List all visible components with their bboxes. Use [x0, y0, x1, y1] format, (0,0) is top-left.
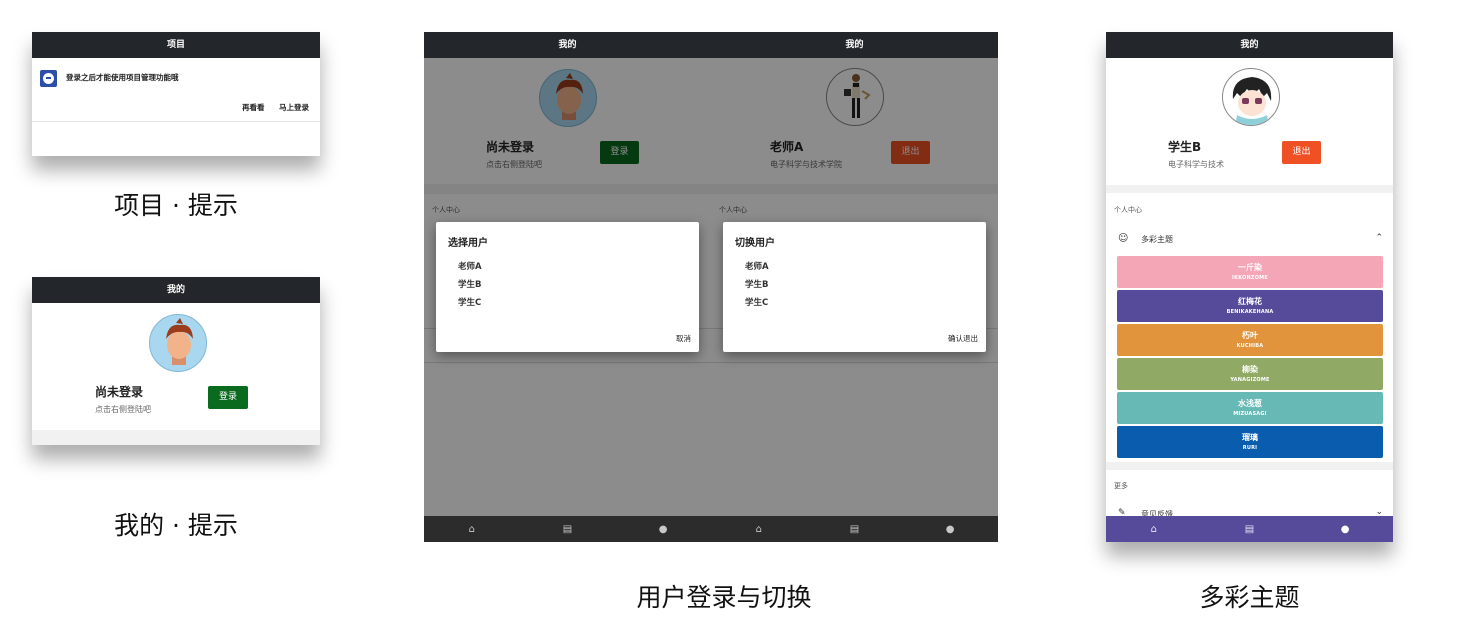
user-option[interactable]: 学生B — [458, 278, 481, 290]
user-option[interactable]: 学生C — [745, 296, 768, 308]
section-gap — [1106, 462, 1393, 470]
section-gap — [32, 430, 320, 445]
student-avatar — [1222, 68, 1280, 126]
theme-option-benikakehana[interactable]: 红梅花 BENIKAKEHANA — [1117, 290, 1383, 322]
select-user-screen: 我的 尚未登录 点击右侧登陆吧 登录 个人中心 ⌂ ▤ ● 选择用户 老师A 学… — [424, 32, 711, 542]
theme-option-kuchiba[interactable]: 朽叶 KUCHIBA — [1117, 324, 1383, 356]
dialog-title: 选择用户 — [448, 238, 488, 249]
dialog-title: 切换用户 — [735, 238, 775, 249]
clipboard-tab-icon[interactable]: ▤ — [844, 524, 864, 535]
theme-option-ruri[interactable]: 瑠璃 RURI — [1117, 426, 1383, 458]
app-logo-icon — [40, 70, 57, 87]
account-tab-icon[interactable]: ● — [940, 524, 960, 535]
clipboard-tab-icon[interactable]: ▤ — [557, 524, 577, 535]
user-subtitle: 点击右侧登陆吧 — [95, 405, 151, 414]
login-now-button[interactable]: 马上登录 — [279, 102, 309, 113]
bottom-tab-bar: ⌂ ▤ ● — [1106, 516, 1393, 542]
chevron-up-icon[interactable]: ⌃ — [1375, 233, 1383, 243]
user-subtitle: 电子科学与技术 — [1168, 160, 1224, 169]
user-option[interactable]: 老师A — [745, 260, 769, 272]
clipboard-tab-icon[interactable]: ▤ — [1239, 524, 1259, 535]
section-label: 个人中心 — [1114, 206, 1142, 214]
caption-project-hint: 项目 · 提示 — [114, 191, 238, 220]
hint-message: 登录之后才能使用项目管理功能哦 — [66, 73, 179, 82]
project-login-hint-screen: 项目 登录之后才能使用项目管理功能哦 再看看 马上登录 — [32, 32, 320, 156]
theme-menu-label[interactable]: 多彩主题 — [1141, 234, 1173, 245]
bottom-tab-bar: ⌂ ▤ ● — [424, 516, 711, 542]
user-option[interactable]: 学生C — [458, 296, 481, 308]
user-option[interactable]: 老师A — [458, 260, 482, 272]
home-tab-icon[interactable]: ⌂ — [1144, 524, 1164, 535]
mine-login-hint-screen: 我的 尚未登录 点击右侧登陆吧 登录 — [32, 277, 320, 445]
top-bar-title: 我的 — [32, 277, 320, 303]
more-section-label: 更多 — [1114, 482, 1128, 490]
user-name: 尚未登录 — [95, 385, 144, 399]
login-button[interactable]: 登录 — [208, 386, 248, 409]
select-user-dialog: 选择用户 老师A 学生B 学生C 取消 — [436, 222, 699, 352]
top-bar-title: 我的 — [1106, 32, 1393, 58]
cancel-button[interactable]: 取消 — [676, 333, 691, 344]
top-bar-title: 我的 — [424, 32, 711, 58]
default-avatar — [149, 314, 207, 372]
top-bar-title: 我的 — [711, 32, 998, 58]
section-gap — [1106, 185, 1393, 193]
theme-option-yanagizome[interactable]: 柳染 YANAGIZOME — [1117, 358, 1383, 390]
top-bar-title: 项目 — [32, 32, 320, 58]
theme-option-mizuasagi[interactable]: 水浅葱 MIZUASAGI — [1117, 392, 1383, 424]
smile-icon: ☺ — [1118, 233, 1129, 244]
theme-option-ikkonzome[interactable]: 一斤染 IKKONZOME — [1117, 256, 1383, 288]
logout-button[interactable]: 退出 — [1282, 141, 1321, 164]
later-button[interactable]: 再看看 — [242, 102, 265, 113]
divider — [32, 121, 320, 122]
caption-color-theme: 多彩主题 — [1199, 583, 1300, 612]
caption-login-switch: 用户登录与切换 — [636, 583, 812, 612]
home-tab-icon[interactable]: ⌂ — [462, 524, 482, 535]
user-option[interactable]: 学生B — [745, 278, 768, 290]
home-tab-icon[interactable]: ⌂ — [749, 524, 769, 535]
switch-user-screen: 我的 老师A 电子科学与技术学院 退出 个人中心 ⌂ ▤ ● 切换用户 老师A … — [711, 32, 998, 542]
account-tab-icon[interactable]: ● — [1335, 524, 1355, 535]
account-tab-icon[interactable]: ● — [653, 524, 673, 535]
confirm-logout-button[interactable]: 确认退出 — [948, 333, 978, 344]
user-name: 学生B — [1168, 140, 1202, 154]
caption-mine-hint: 我的 · 提示 — [114, 511, 238, 540]
bottom-tab-bar: ⌂ ▤ ● — [711, 516, 998, 542]
switch-user-dialog: 切换用户 老师A 学生B 学生C 确认退出 — [723, 222, 986, 352]
color-theme-screen: 我的 学生B 电子科学与技术 退出 个人中心 ☺ 多彩主题 ⌃ 一斤染 IKKON… — [1106, 32, 1393, 542]
